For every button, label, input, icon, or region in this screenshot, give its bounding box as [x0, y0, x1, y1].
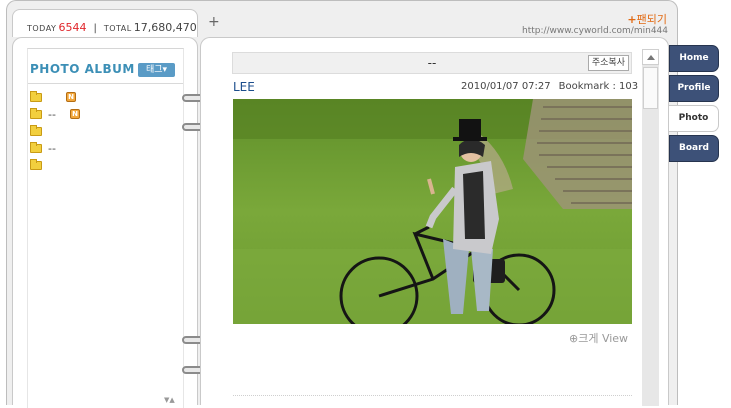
- folder-icon: [30, 159, 42, 170]
- album-title: PHOTO ALBUM: [30, 62, 135, 76]
- scroll-thumb[interactable]: [643, 67, 658, 109]
- visitor-counter-tab: TODAY 6544 | TOTAL 17,680,470: [12, 9, 198, 37]
- homepage-url[interactable]: http://www.cyworld.com/min444: [522, 26, 668, 36]
- today-count: 6544: [58, 21, 87, 34]
- enlarge-view-label: 크게 View: [578, 332, 629, 345]
- folder-item[interactable]: --: [30, 141, 170, 158]
- add-tab-button[interactable]: +: [208, 14, 220, 30]
- post-header: -- 주소복사: [232, 52, 632, 74]
- new-badge-icon: N: [70, 109, 80, 119]
- become-fan-label: 팬되기: [636, 13, 667, 26]
- right-page: -- 주소복사 LEE 2010/01/07 07:27 Bookmark : 1…: [200, 37, 669, 406]
- sort-arrows-icon[interactable]: ▼▲: [164, 396, 175, 404]
- photo-album-panel: PHOTO ALBUM 태그▾ N -- N --: [27, 48, 184, 408]
- total-label: TOTAL: [103, 24, 132, 33]
- post-author[interactable]: LEE: [233, 80, 255, 94]
- folder-item[interactable]: -- N: [30, 107, 170, 124]
- folder-icon: [30, 125, 42, 136]
- new-badge-icon: N: [66, 92, 76, 102]
- folder-list: N -- N --: [30, 90, 170, 175]
- total-count: 17,680,470: [133, 21, 197, 34]
- album-divider: [28, 83, 183, 84]
- folder-name: --: [48, 108, 56, 121]
- counter-divider: |: [93, 23, 97, 34]
- magnifier-icon: ⊕: [569, 332, 579, 345]
- folder-icon: [30, 108, 42, 119]
- nav-tab-photo[interactable]: Photo: [669, 105, 719, 132]
- tag-dropdown-button[interactable]: 태그▾: [138, 63, 175, 77]
- folder-icon: [30, 91, 42, 102]
- folder-item[interactable]: [30, 158, 170, 175]
- post-meta: 2010/01/07 07:27 Bookmark : 103: [461, 81, 638, 92]
- photo-image: [233, 99, 632, 324]
- post-date: 2010/01/07 07:27: [461, 81, 551, 92]
- arrow-up-icon[interactable]: [642, 49, 659, 65]
- nav-tab-board[interactable]: Board: [669, 135, 719, 162]
- enlarge-view-link[interactable]: ⊕크게 View: [569, 330, 628, 346]
- today-label: TODAY: [27, 24, 57, 33]
- plus-icon: +: [627, 13, 637, 26]
- nav-tab-home[interactable]: Home: [669, 45, 719, 72]
- dotted-divider: [233, 395, 632, 396]
- folder-item[interactable]: [30, 124, 170, 141]
- become-fan-link[interactable]: +팬되기: [627, 11, 667, 27]
- folder-icon: [30, 142, 42, 153]
- scrollbar[interactable]: [642, 49, 659, 406]
- visitor-counter: TODAY 6544 | TOTAL 17,680,470: [27, 21, 197, 34]
- bookmark-count: Bookmark : 103: [558, 81, 639, 92]
- folder-item[interactable]: N: [30, 90, 170, 107]
- left-page: PHOTO ALBUM 태그▾ N -- N -- ▼▲: [12, 37, 198, 408]
- post-title: --: [427, 56, 437, 70]
- nav-tab-profile[interactable]: Profile: [669, 75, 719, 102]
- copy-address-button[interactable]: 주소복사: [587, 55, 629, 71]
- album-photo[interactable]: [233, 99, 632, 324]
- folder-name: --: [48, 142, 56, 155]
